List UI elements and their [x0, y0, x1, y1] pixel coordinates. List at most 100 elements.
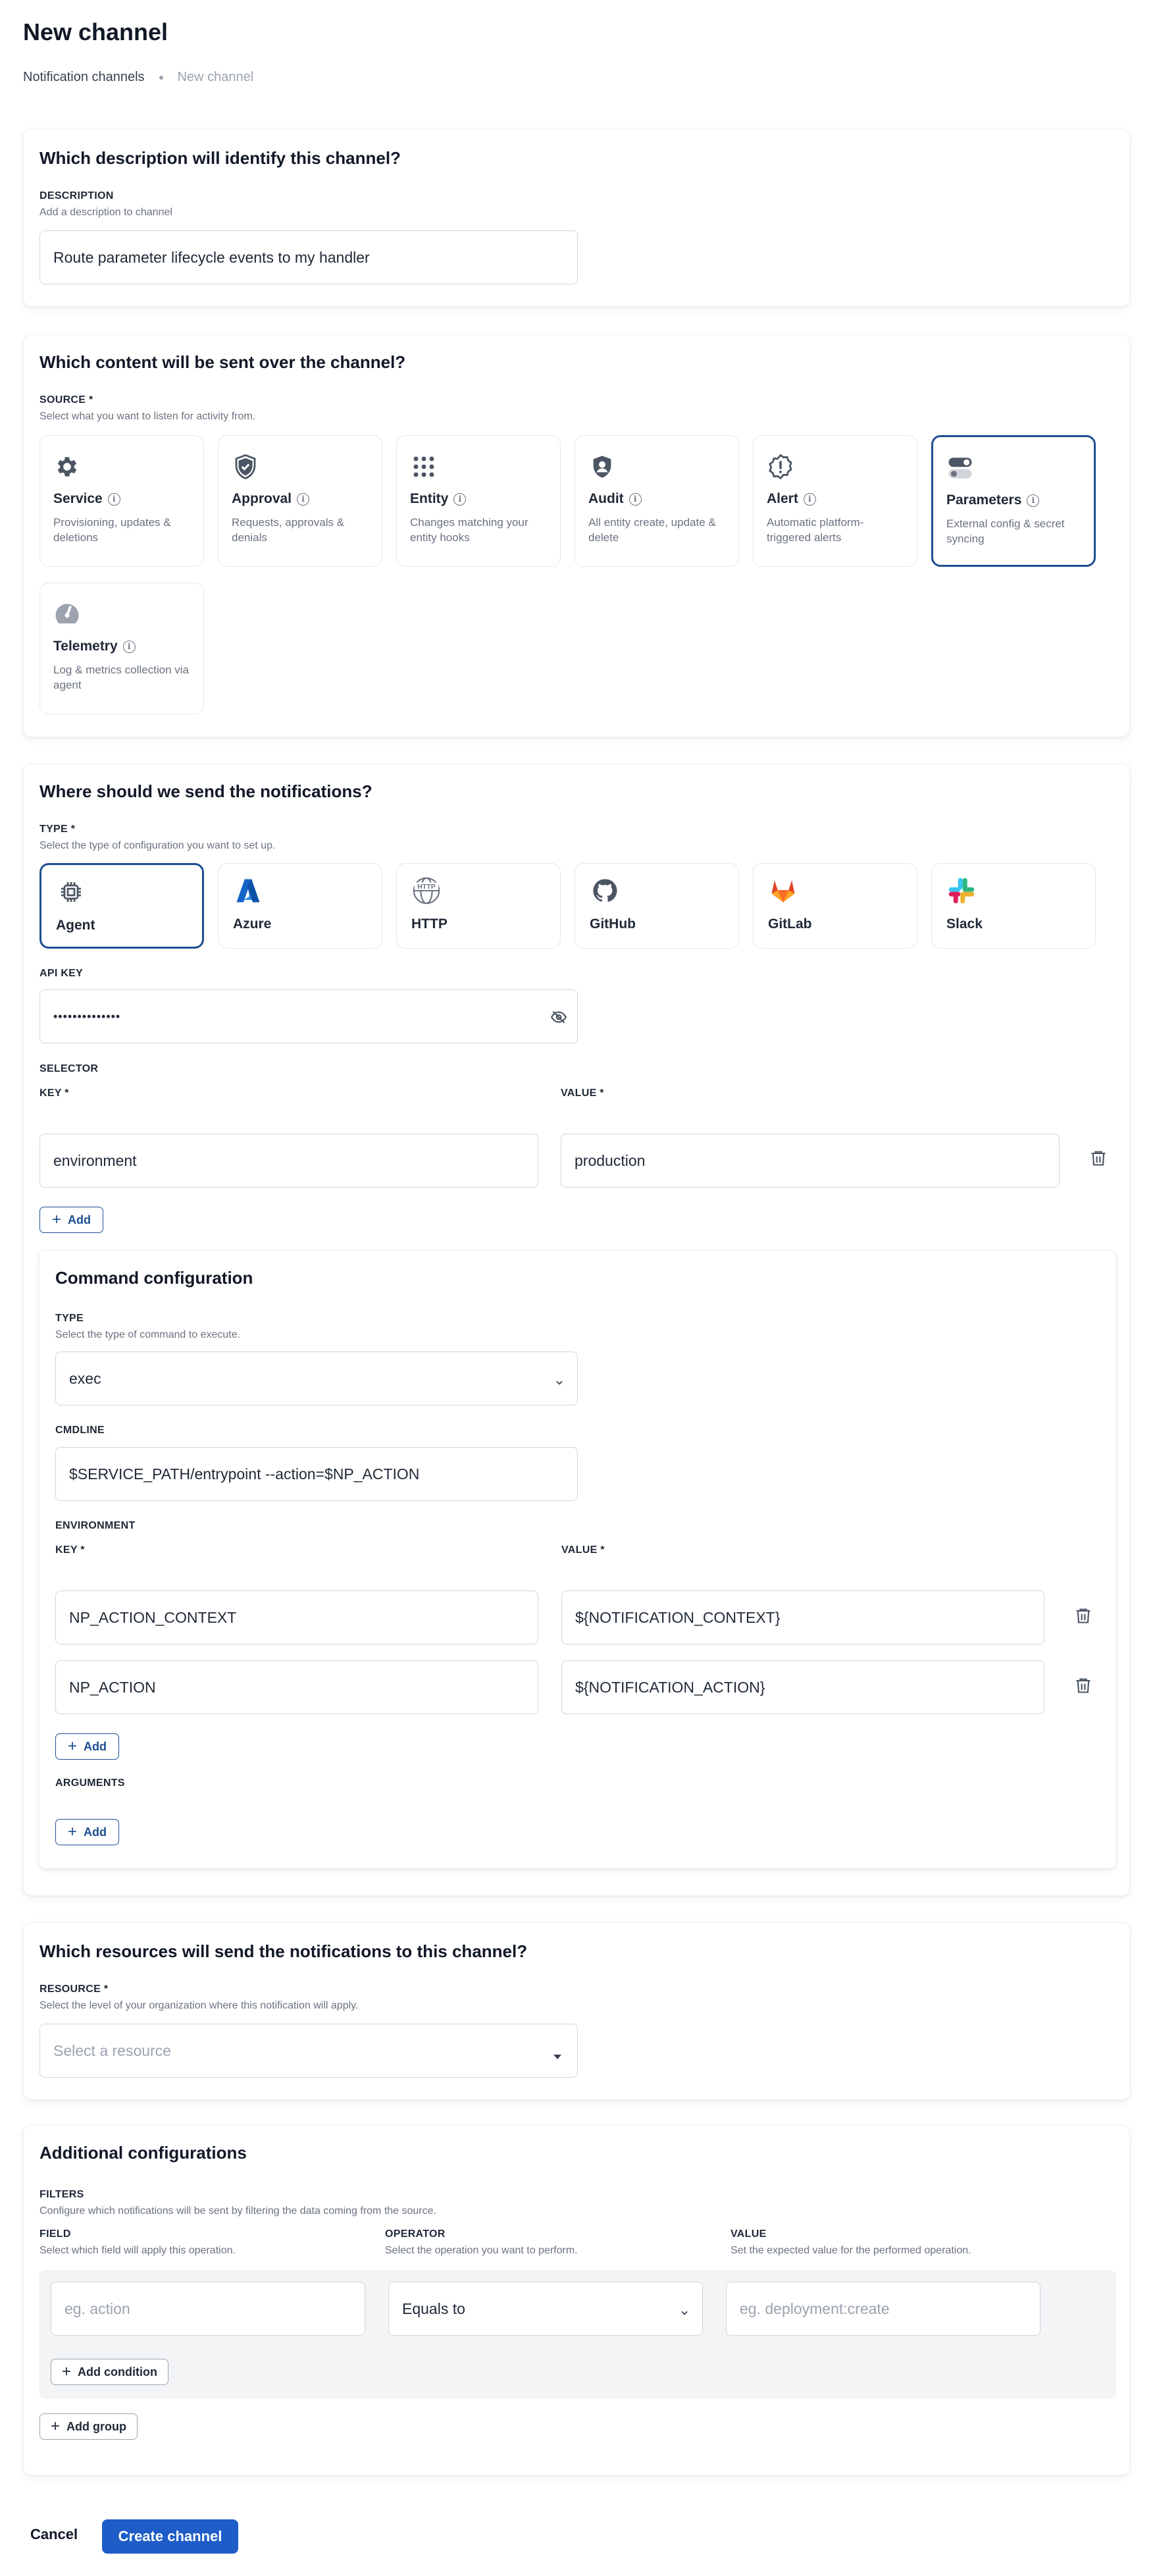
- type-name: HTTP: [411, 916, 448, 932]
- trash-icon[interactable]: [1073, 1673, 1094, 1697]
- source-tile-alert[interactable]: Alert i Automatic platform-triggered aler…: [753, 435, 917, 567]
- info-icon: i: [453, 492, 467, 506]
- source-description: Provisioning, updates & deletions: [53, 516, 171, 544]
- api-key-input[interactable]: ••••••••••••••: [39, 989, 578, 1043]
- destination-card: Where should we send the notifications? …: [23, 764, 1130, 1896]
- arguments-label: ARGUMENTS: [55, 1777, 125, 1789]
- command-type-label: TYPE: [55, 1313, 84, 1324]
- source-tile-entity[interactable]: Entity i Changes matching your entity hoo…: [396, 435, 561, 567]
- resource-placeholder: Select a resource: [53, 2041, 171, 2059]
- source-name: Telemetry i: [53, 639, 136, 654]
- operator-label: OPERATOR: [385, 2228, 446, 2240]
- content-card: Which content will be sent over the chan…: [23, 334, 1130, 737]
- filter-field-input[interactable]: eg. action: [51, 2282, 365, 2336]
- description-input[interactable]: Route parameter lifecycle events to my h…: [39, 230, 578, 284]
- description-card: Which description will identify this cha…: [23, 129, 1130, 307]
- selector-value-input[interactable]: production: [561, 1134, 1060, 1188]
- plus-icon: +: [52, 1211, 62, 1228]
- resource-select[interactable]: Select a resource: [39, 2024, 578, 2078]
- svg-text:HTTP: HTTP: [417, 883, 436, 891]
- add-group-button[interactable]: + Add group: [39, 2413, 138, 2440]
- source-hint: Select what you want to listen for activ…: [39, 411, 256, 422]
- type-tile-http[interactable]: HTTP HTTP: [396, 863, 561, 949]
- breadcrumb: Notification channels New channel: [23, 70, 253, 85]
- toggle-icon: [946, 454, 974, 482]
- plus-icon: +: [51, 2417, 61, 2435]
- type-tile-github[interactable]: GitHub: [575, 863, 739, 949]
- type-name: GitHub: [590, 916, 636, 932]
- operator-hint: Select the operation you want to perform…: [385, 2245, 578, 2256]
- github-icon: [590, 876, 620, 906]
- filter-group: eg. action Equals to eg. deployment:crea…: [39, 2270, 1116, 2399]
- info-icon: i: [297, 492, 310, 506]
- gear-icon: [53, 453, 81, 481]
- breadcrumb-current: New channel: [177, 70, 254, 84]
- breadcrumb-parent-link[interactable]: Notification channels: [23, 70, 145, 85]
- azure-icon: [233, 876, 263, 906]
- env-key-input[interactable]: NP_ACTION_CONTEXT: [55, 1590, 538, 1644]
- source-name-text: Alert: [767, 491, 798, 506]
- arguments-add-button[interactable]: + Add: [55, 1819, 120, 1845]
- command-config-card: Command configuration TYPE Select the ty…: [39, 1250, 1116, 1869]
- destination-card-title: Where should we send the notifications?: [39, 781, 372, 801]
- create-channel-button[interactable]: Create channel: [102, 2519, 238, 2554]
- command-type-select[interactable]: exec: [55, 1352, 578, 1406]
- type-name: Azure: [233, 916, 272, 932]
- type-tile-gitlab[interactable]: GitLab: [753, 863, 917, 949]
- source-tile-audit[interactable]: Audit i All entity create, update & delet…: [575, 435, 739, 567]
- selector-key-input[interactable]: environment: [39, 1134, 538, 1188]
- description-label: DESCRIPTION: [39, 190, 114, 201]
- resource-hint: Select the level of your organization wh…: [39, 2000, 359, 2011]
- cmdline-input[interactable]: $SERVICE_PATH/entrypoint --action=$NP_AC…: [55, 1447, 578, 1501]
- operator-value: Equals to: [402, 2300, 465, 2317]
- info-icon: i: [122, 640, 136, 653]
- source-name-text: Parameters: [946, 492, 1022, 508]
- command-config-title: Command configuration: [55, 1268, 253, 1288]
- alert-badge-icon: [767, 453, 794, 481]
- env-value-label: VALUE *: [561, 1544, 605, 1556]
- source-description: Changes matching your entity hooks: [410, 516, 528, 544]
- add-condition-button[interactable]: + Add condition: [51, 2359, 168, 2385]
- source-name-text: Entity: [410, 491, 449, 506]
- source-name: Entity i: [410, 491, 467, 507]
- type-tile-azure[interactable]: Azure: [218, 863, 382, 949]
- chip-icon: [56, 877, 86, 907]
- type-tile-agent[interactable]: Agent: [39, 863, 204, 949]
- field-label: FIELD: [39, 2228, 71, 2240]
- source-tile-approval[interactable]: Approval i Requests, approvals & denials: [218, 435, 382, 567]
- caret-down-icon: [552, 2047, 563, 2064]
- type-tile-slack[interactable]: Slack: [931, 863, 1096, 949]
- source-name: Service i: [53, 491, 120, 507]
- source-name: Parameters i: [946, 492, 1040, 508]
- cancel-button[interactable]: Cancel: [30, 2526, 78, 2543]
- filter-operator-select[interactable]: Equals to: [388, 2282, 703, 2336]
- env-value-input[interactable]: ${NOTIFICATION_ACTION}: [561, 1660, 1044, 1714]
- info-icon: i: [1027, 494, 1040, 507]
- trash-icon[interactable]: [1088, 1146, 1109, 1170]
- type-label: TYPE *: [39, 824, 76, 835]
- env-add-button[interactable]: + Add: [55, 1733, 120, 1760]
- type-name: Agent: [56, 918, 95, 933]
- page-title: New channel: [23, 18, 168, 45]
- add-condition-label: Add condition: [78, 2365, 157, 2379]
- add-label: Add: [68, 1213, 91, 1226]
- source-description: Log & metrics collection via agent: [53, 664, 189, 691]
- trash-icon[interactable]: [1073, 1604, 1094, 1627]
- type-name: GitLab: [768, 916, 812, 932]
- env-key-input[interactable]: NP_ACTION: [55, 1660, 538, 1714]
- filter-value-input[interactable]: eg. deployment:create: [726, 2282, 1040, 2336]
- env-value-input[interactable]: ${NOTIFICATION_CONTEXT}: [561, 1590, 1044, 1644]
- selector-add-button[interactable]: + Add: [39, 1207, 104, 1233]
- chevron-down-icon: [680, 2303, 689, 2315]
- source-label: SOURCE *: [39, 394, 93, 406]
- source-tile-telemetry[interactable]: Telemetry i Log & metrics collection via …: [39, 583, 204, 714]
- source-tile-parameters[interactable]: Parameters i External config & secret syn…: [931, 435, 1096, 567]
- value-hint: Set the expected value for the performed…: [731, 2245, 971, 2256]
- plus-icon: +: [68, 1823, 78, 1841]
- eye-off-icon[interactable]: [550, 1009, 568, 1030]
- source-name-text: Service: [53, 491, 103, 506]
- source-tile-service[interactable]: Service i Provisioning, updates & deletio…: [39, 435, 204, 567]
- env-key-label: KEY *: [55, 1544, 85, 1556]
- plus-icon: +: [62, 2363, 72, 2380]
- source-name: Alert i: [767, 491, 816, 507]
